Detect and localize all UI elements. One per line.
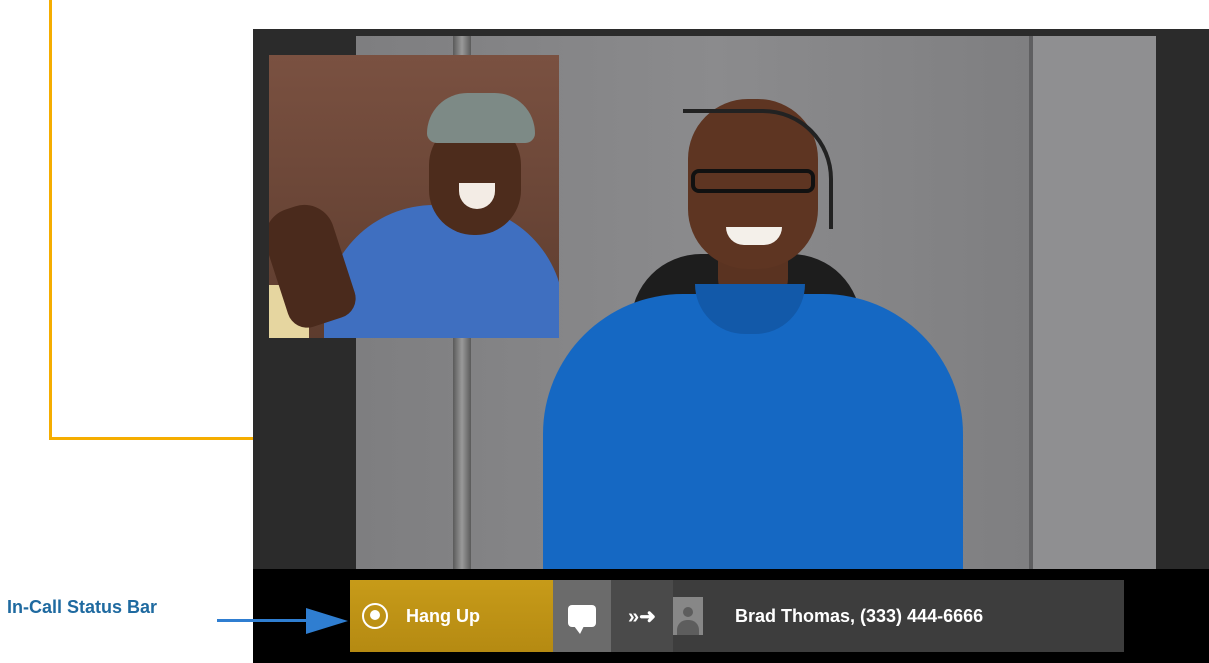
callout-line bbox=[217, 619, 312, 622]
transfer-button[interactable]: »➜ bbox=[611, 580, 673, 652]
chat-button[interactable] bbox=[553, 580, 611, 652]
callout-arrow-right-icon bbox=[306, 608, 348, 634]
hangup-icon bbox=[362, 603, 388, 629]
contact-avatar-icon bbox=[673, 597, 703, 635]
transfer-arrow-icon: »➜ bbox=[628, 605, 656, 628]
chat-bubble-icon bbox=[568, 605, 596, 634]
hang-up-button[interactable]: Hang Up bbox=[350, 580, 553, 652]
callout-line bbox=[49, 0, 52, 440]
status-bar-callout-label: In-Call Status Bar bbox=[7, 597, 158, 617]
hang-up-label: Hang Up bbox=[406, 605, 480, 626]
self-view-video[interactable] bbox=[269, 55, 559, 338]
caller-info: Brad Thomas, (333) 444-6666 bbox=[735, 606, 984, 626]
in-call-status-bar: Hang Up »➜ Brad Thomas, (333) 444-6666 bbox=[350, 580, 1124, 652]
